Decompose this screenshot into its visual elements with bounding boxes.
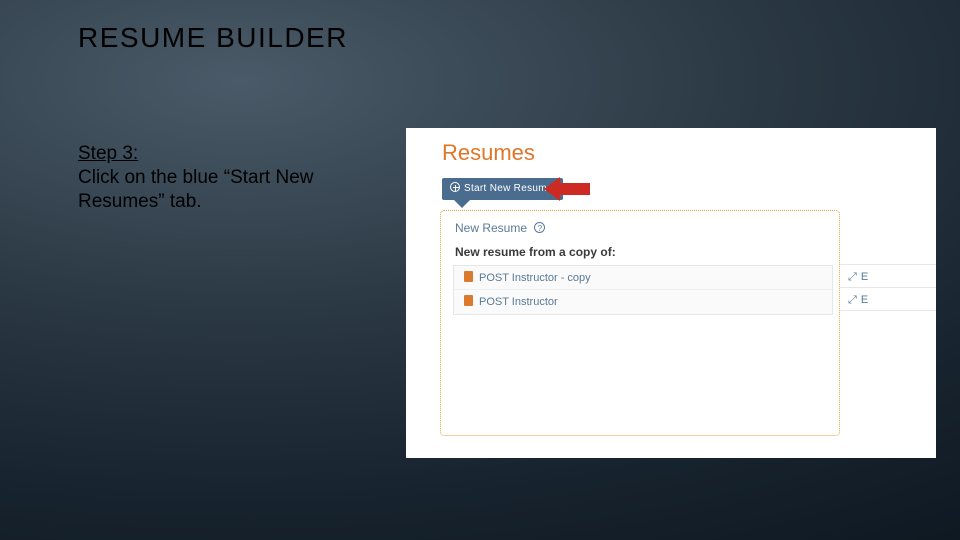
step-text: Click on the blue “Start New Resumes” ta… <box>78 167 314 212</box>
expand-icon: ⤢ <box>848 265 857 289</box>
tab-pointer-icon <box>454 200 470 208</box>
action-row[interactable]: ⤢E <box>840 287 936 311</box>
slide-title: RESUME BUILDER <box>78 22 348 54</box>
start-new-resume-label: Start New Resume <box>464 183 553 194</box>
right-actions-strip: ⤢E ⤢E <box>840 264 936 311</box>
expand-icon: ⤢ <box>848 288 857 312</box>
list-item[interactable]: POST Instructor <box>454 290 832 314</box>
step-label: Step 3: <box>78 143 138 164</box>
help-icon[interactable]: ? <box>534 222 545 233</box>
copy-source-list: POST Instructor - copy POST Instructor <box>453 265 833 315</box>
list-item[interactable]: POST Instructor - copy <box>454 266 832 290</box>
document-icon <box>464 271 473 282</box>
step-instruction: Step 3: Click on the blue “Start New Res… <box>78 142 358 213</box>
document-icon <box>464 295 473 306</box>
callout-arrow-icon <box>544 177 590 201</box>
plus-icon <box>450 182 460 192</box>
copy-from-heading: New resume from a copy of: <box>455 245 616 259</box>
new-resume-panel: New Resume ? New resume from a copy of: … <box>440 210 840 436</box>
new-resume-label: New Resume ? <box>455 221 545 235</box>
resumes-heading: Resumes <box>442 140 535 166</box>
action-label: E <box>861 271 868 283</box>
action-label: E <box>861 294 868 306</box>
list-item-label: POST Instructor <box>479 296 558 308</box>
app-screenshot: Resumes Start New Resume New Resume ? Ne… <box>406 128 936 458</box>
action-row[interactable]: ⤢E <box>840 264 936 288</box>
list-item-label: POST Instructor - copy <box>479 272 591 284</box>
